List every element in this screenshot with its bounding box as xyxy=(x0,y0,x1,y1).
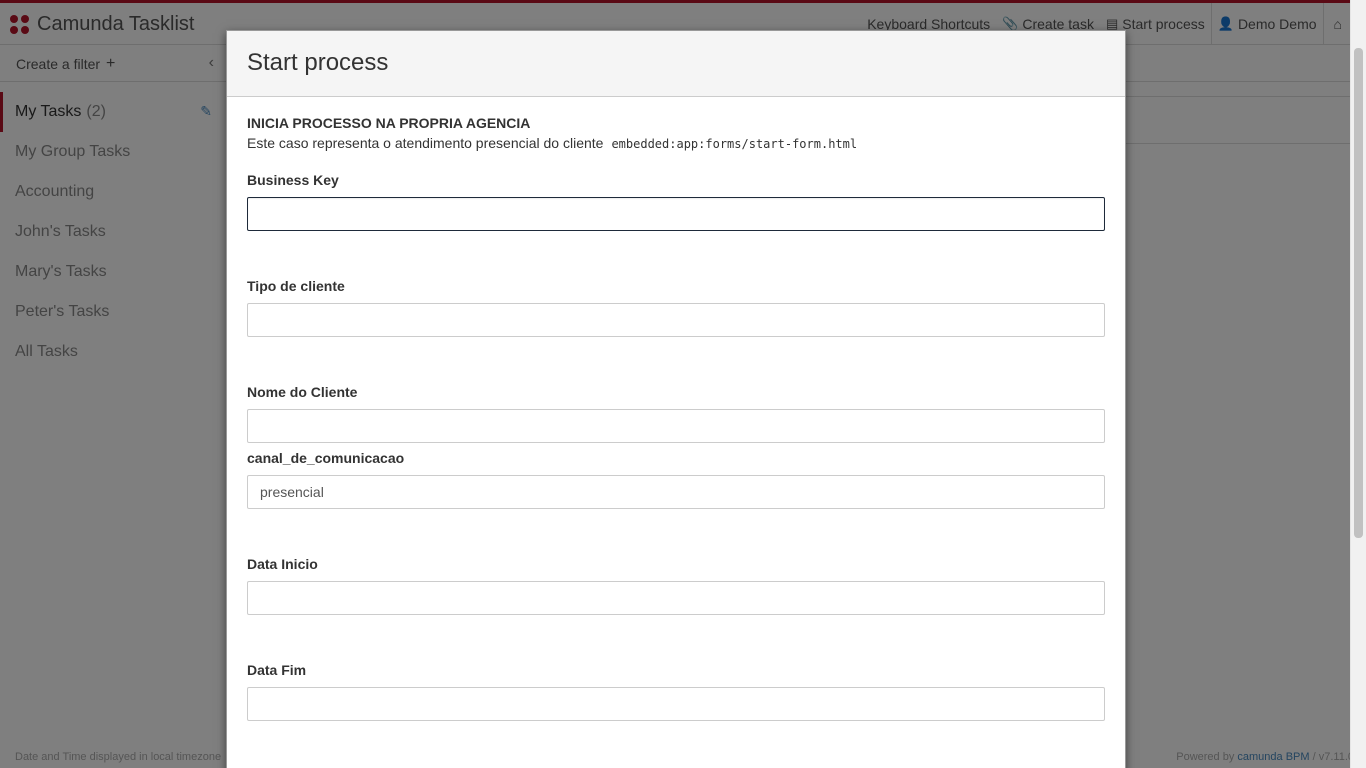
nome-cliente-label: Nome do Cliente xyxy=(247,384,358,400)
dialog-header: Start process xyxy=(227,31,1125,97)
process-description-row: Este caso representa o atendimento prese… xyxy=(247,135,1105,151)
canal-label: canal_de_comunicacao xyxy=(247,450,405,466)
data-inicio-label: Data Inicio xyxy=(247,556,318,572)
scrollbar-thumb[interactable] xyxy=(1354,48,1363,538)
data-inicio-input[interactable] xyxy=(247,581,1105,615)
nome-cliente-input[interactable] xyxy=(247,409,1105,443)
canal-group: canal_de_comunicacao xyxy=(247,450,1105,509)
process-description: Este caso representa o atendimento prese… xyxy=(247,135,604,151)
dialog-body: INICIA PROCESSO NA PROPRIA AGENCIA Este … xyxy=(227,97,1125,151)
data-fim-input[interactable] xyxy=(247,687,1105,721)
process-name: INICIA PROCESSO NA PROPRIA AGENCIA xyxy=(247,115,531,131)
form-key: embedded:app:forms/start-form.html xyxy=(611,137,858,151)
data-fim-group: Data Fim xyxy=(247,662,1105,721)
tipo-cliente-group: Tipo de cliente xyxy=(247,278,1105,337)
data-inicio-group: Data Inicio xyxy=(247,556,1105,615)
canal-input[interactable] xyxy=(247,475,1105,509)
start-process-dialog: Start process INICIA PROCESSO NA PROPRIA… xyxy=(226,30,1126,768)
data-fim-label: Data Fim xyxy=(247,662,307,678)
tipo-cliente-label: Tipo de cliente xyxy=(247,278,345,294)
dialog-title: Start process xyxy=(247,49,389,76)
tipo-cliente-input[interactable] xyxy=(247,303,1105,337)
business-key-group: Business Key xyxy=(247,172,1105,231)
nome-cliente-group: Nome do Cliente xyxy=(247,384,1105,443)
business-key-input[interactable] xyxy=(247,197,1105,231)
business-key-label: Business Key xyxy=(247,172,339,188)
page-scrollbar[interactable] xyxy=(1350,0,1366,768)
